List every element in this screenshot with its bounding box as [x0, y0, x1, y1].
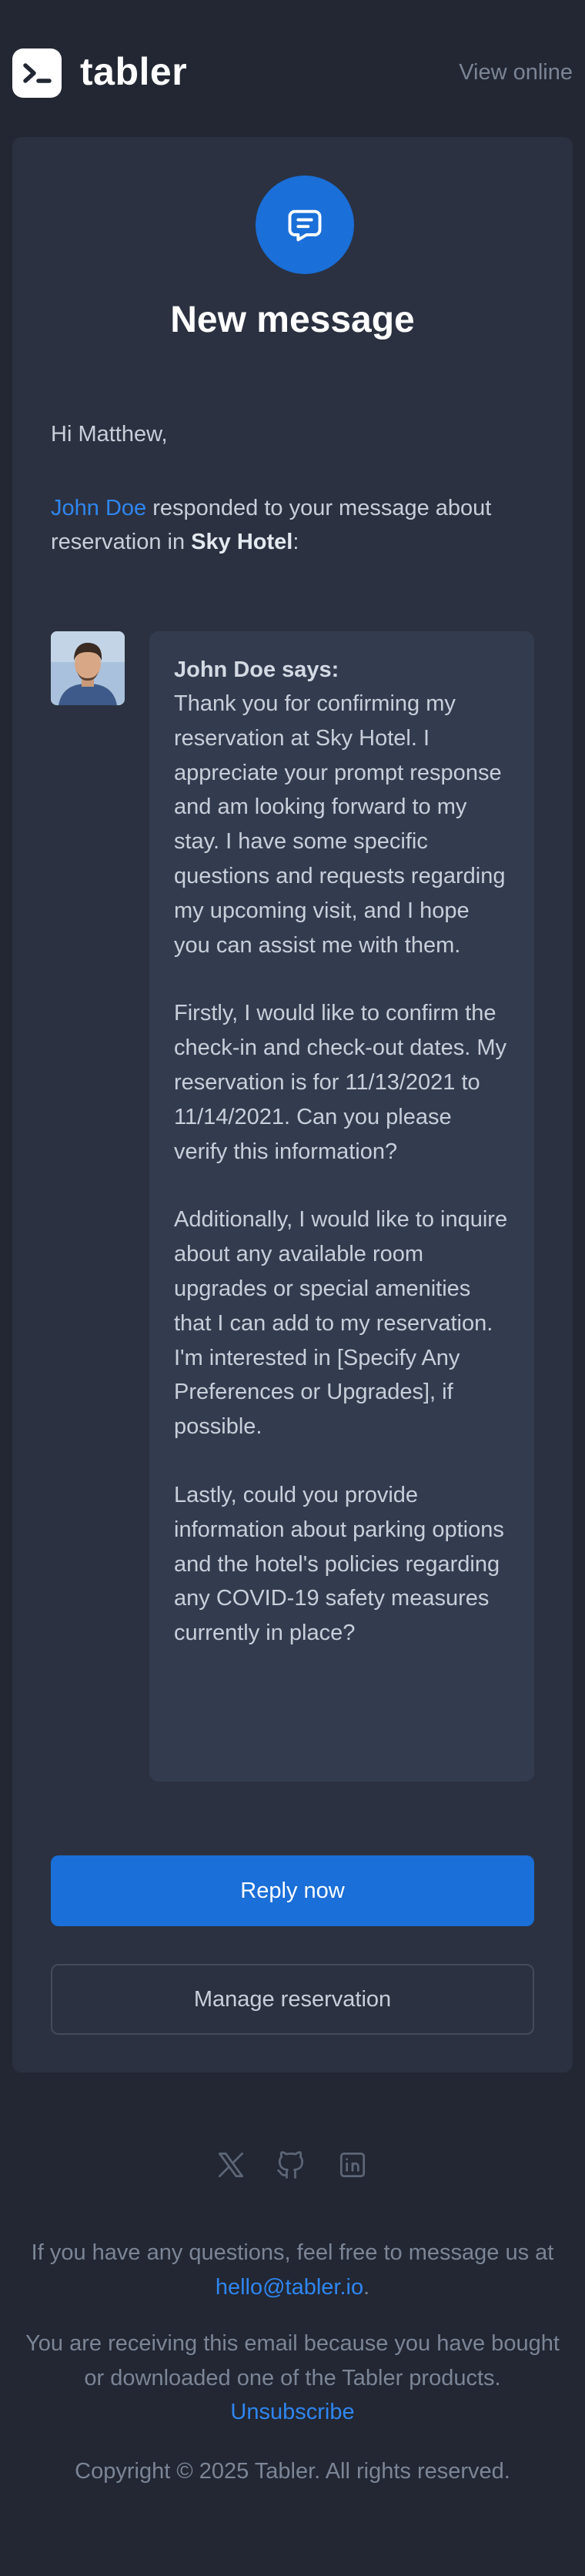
- message-paragraph: Firstly, I would like to confirm the che…: [174, 1001, 506, 1164]
- footer-questions-end: .: [363, 2274, 370, 2300]
- view-online-link[interactable]: View online: [459, 60, 573, 85]
- message-paragraph: Lastly, could you provide information ab…: [174, 1482, 504, 1646]
- message-author: John Doe says:: [174, 657, 339, 682]
- page-title: New message: [170, 299, 415, 340]
- social-links: [0, 2148, 585, 2182]
- footer-questions-text: If you have any questions, feel free to …: [31, 2240, 554, 2265]
- message-paragraph: Thank you for confirming my reservation …: [174, 691, 506, 958]
- manage-reservation-button[interactable]: Manage reservation: [51, 1964, 534, 2035]
- message-bubble: John Doe says: Thank you for confirming …: [149, 631, 534, 1781]
- greeting: Hi Matthew,: [51, 422, 168, 447]
- x-twitter-icon[interactable]: [214, 2148, 248, 2182]
- footer-receiving-text: You are receiving this email because you…: [25, 2331, 560, 2390]
- github-icon[interactable]: [274, 2148, 308, 2182]
- footer-questions: If you have any questions, feel free to …: [15, 2236, 570, 2304]
- intro-text-end: :: [292, 530, 299, 554]
- linkedin-icon[interactable]: [336, 2148, 369, 2182]
- email-header: tabler View online: [0, 0, 585, 139]
- support-email-link[interactable]: hello@tabler.io: [216, 2275, 363, 2300]
- intro-text: John Doe responded to your message about…: [51, 491, 543, 559]
- hotel-name: Sky Hotel: [191, 530, 293, 554]
- message-card: New message Hi Matthew, John Doe respond…: [12, 137, 573, 2073]
- message-paragraph: Additionally, I would like to inquire ab…: [174, 1207, 508, 1440]
- tabler-logo-icon[interactable]: [12, 49, 62, 98]
- logo-text: tabler: [80, 50, 188, 93]
- unsubscribe-link[interactable]: Unsubscribe: [230, 2400, 354, 2424]
- reply-now-button[interactable]: Reply now: [51, 1855, 534, 1926]
- avatar: [51, 631, 125, 705]
- sender-link[interactable]: John Doe: [51, 496, 146, 520]
- footer-receiving: You are receiving this email because you…: [15, 2327, 570, 2430]
- message-icon: [256, 176, 354, 274]
- copyright: Copyright © 2025 Tabler. All rights rese…: [75, 2459, 510, 2484]
